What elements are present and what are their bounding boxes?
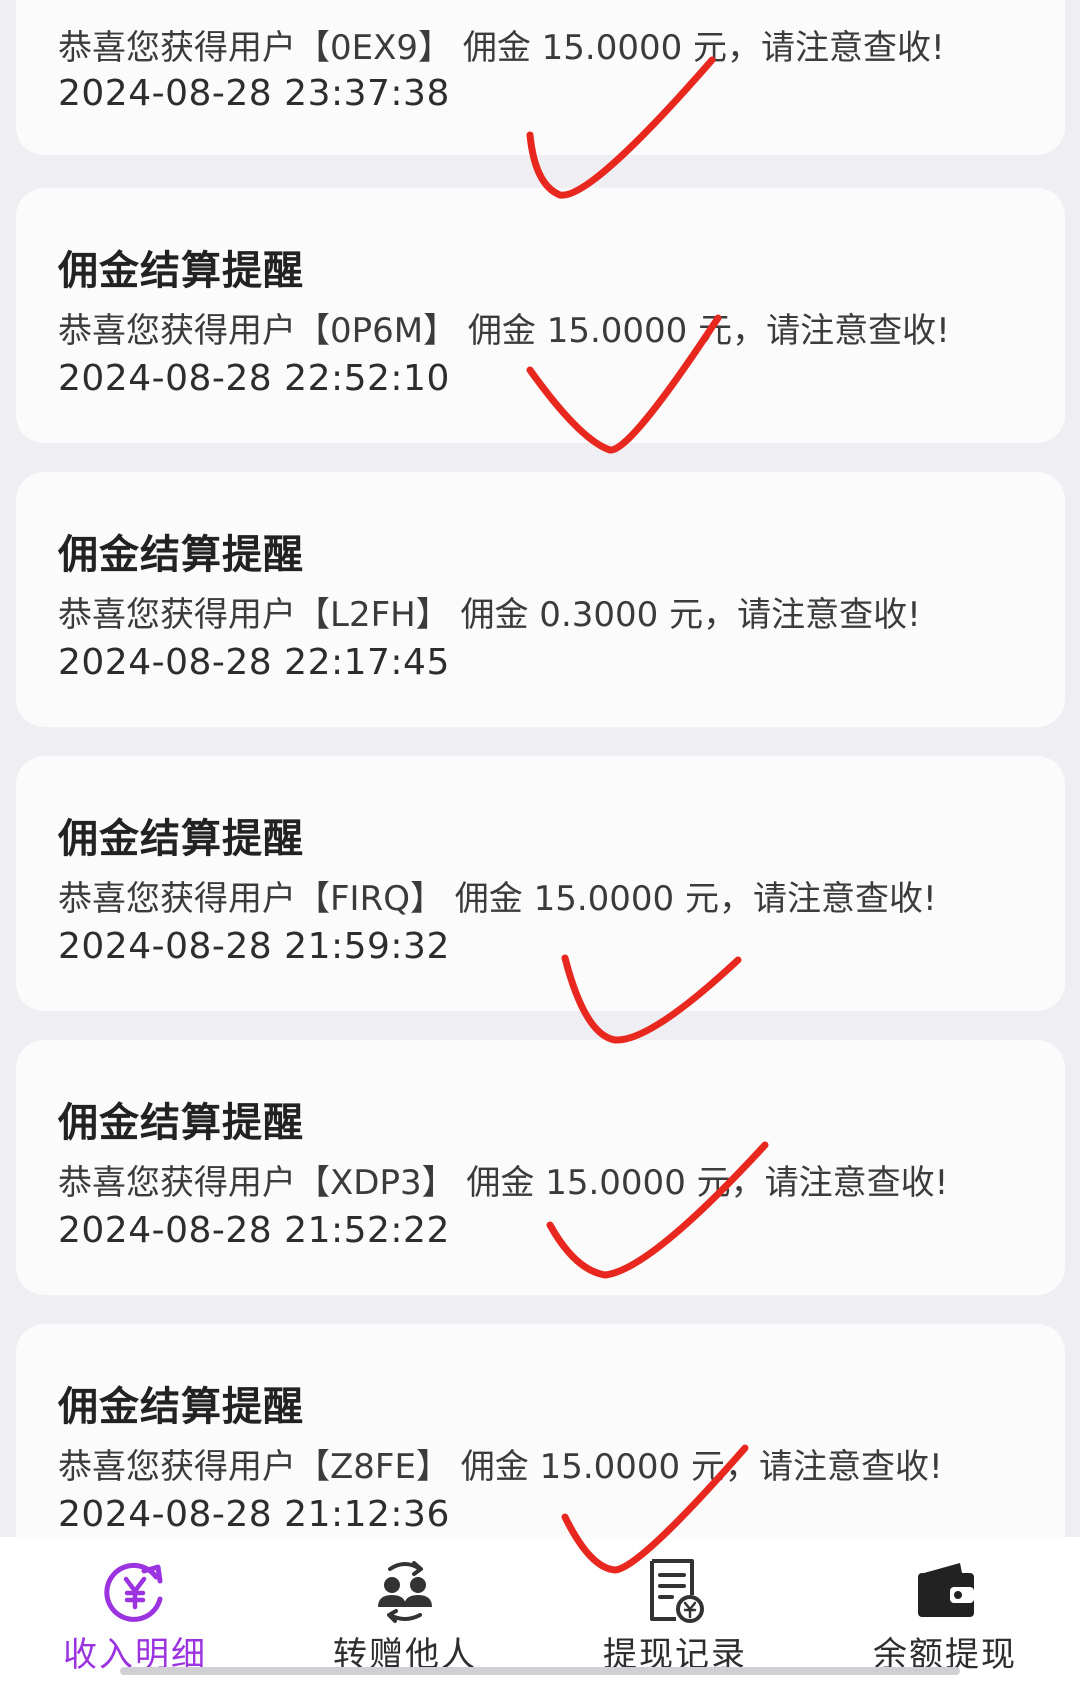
tab-withdraw-record[interactable]: 提现记录 xyxy=(540,1537,810,1681)
notification-message: 恭喜您获得用户【0P6M】 佣金 15.0000 元，请注意查收! xyxy=(58,311,950,351)
notification-message: 恭喜您获得用户【L2FH】 佣金 0.3000 元，请注意查收! xyxy=(58,595,921,635)
notification-time: 2024-08-28 21:52:22 xyxy=(58,1210,450,1251)
notification-time: 2024-08-28 21:59:32 xyxy=(58,926,450,967)
tab-transfer[interactable]: 转赠他人 xyxy=(270,1537,540,1681)
notification-message: 恭喜您获得用户【Z8FE】 佣金 15.0000 元，请注意查收! xyxy=(58,1447,943,1487)
notification-time: 2024-08-28 21:12:36 xyxy=(58,1494,450,1535)
notification-time: 2024-08-28 23:37:38 xyxy=(58,73,450,114)
notification-card[interactable]: 恭喜您获得用户【0EX9】 佣金 15.0000 元，请注意查收! 2024-0… xyxy=(16,0,1065,155)
notification-title: 佣金结算提醒 xyxy=(58,816,304,862)
notification-message: 恭喜您获得用户【0EX9】 佣金 15.0000 元，请注意查收! xyxy=(58,28,945,68)
notification-title: 佣金结算提醒 xyxy=(58,1384,304,1430)
transfer-users-icon xyxy=(378,1561,432,1623)
income-yuan-icon xyxy=(104,1562,163,1622)
notification-card[interactable]: 佣金结算提醒 恭喜您获得用户【0P6M】 佣金 15.0000 元，请注意查收!… xyxy=(16,188,1065,443)
notification-card[interactable]: 佣金结算提醒 恭喜您获得用户【XDP3】 佣金 15.0000 元，请注意查收!… xyxy=(16,1040,1065,1295)
notification-message: 恭喜您获得用户【XDP3】 佣金 15.0000 元，请注意查收! xyxy=(58,1163,949,1203)
home-indicator xyxy=(120,1667,960,1675)
wallet-icon xyxy=(918,1563,974,1617)
tab-income-details[interactable]: 收入明细 xyxy=(0,1537,270,1681)
bottom-tab-bar: 收入明细 转赠他人 提现记录 余额提现 xyxy=(0,1537,1080,1681)
notification-title: 佣金结算提醒 xyxy=(58,248,304,294)
tab-balance-withdraw[interactable]: 余额提现 xyxy=(810,1537,1080,1681)
notification-card[interactable]: 佣金结算提醒 恭喜您获得用户【L2FH】 佣金 0.3000 元，请注意查收! … xyxy=(16,472,1065,727)
notification-time: 2024-08-28 22:52:10 xyxy=(58,358,450,399)
withdraw-record-icon xyxy=(650,1559,704,1623)
notification-title: 佣金结算提醒 xyxy=(58,532,304,578)
notification-card[interactable]: 佣金结算提醒 恭喜您获得用户【FIRQ】 佣金 15.0000 元，请注意查收!… xyxy=(16,756,1065,1011)
notification-title: 佣金结算提醒 xyxy=(58,1100,304,1146)
notification-time: 2024-08-28 22:17:45 xyxy=(58,642,450,683)
notification-message: 恭喜您获得用户【FIRQ】 佣金 15.0000 元，请注意查收! xyxy=(58,879,937,919)
